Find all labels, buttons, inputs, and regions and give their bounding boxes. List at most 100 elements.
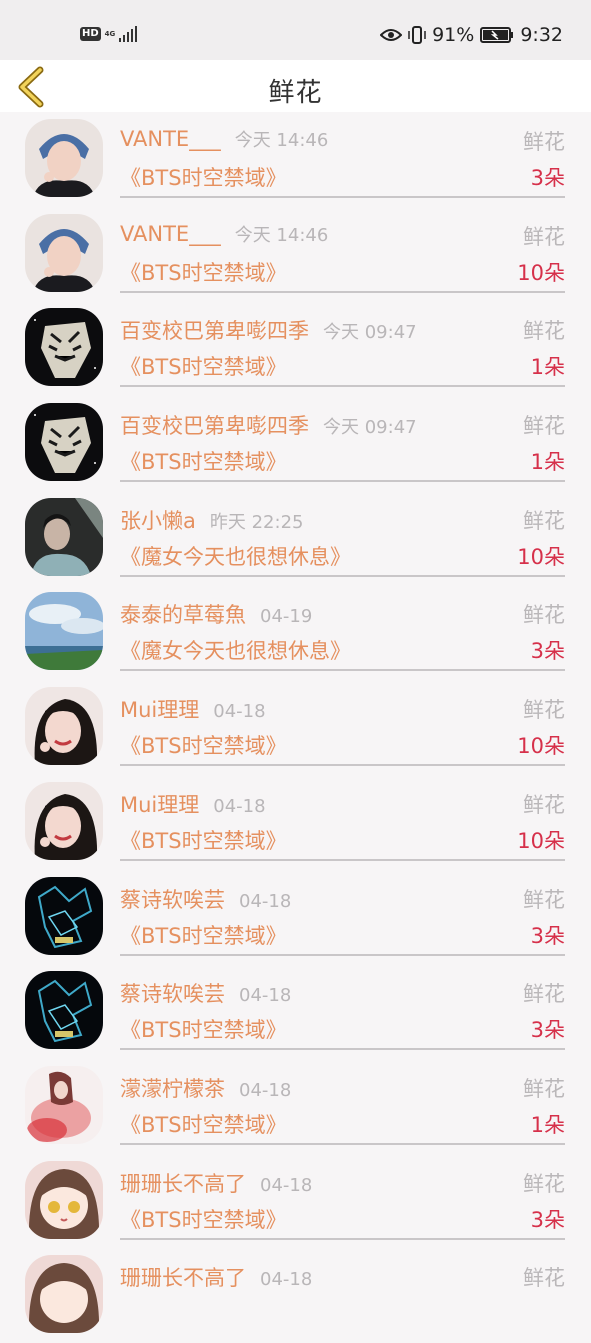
list-item[interactable]: 珊珊长不高了 04-18 鲜花 xyxy=(0,1248,591,1343)
book-title[interactable]: 《BTS时空禁域》 xyxy=(120,257,287,287)
header-bar: 鲜花 xyxy=(0,60,591,112)
avatar[interactable] xyxy=(25,497,103,576)
user-name[interactable]: Mui理理 04-18 xyxy=(120,789,266,819)
avatar[interactable] xyxy=(25,687,103,766)
gift-count: 1朵 xyxy=(530,450,565,475)
gift-record-list: VANTE___ 今天 14:46 鲜花 《BTS时空禁域》 3朵 VANTE__… xyxy=(0,112,591,1343)
user-name[interactable]: 百变校巴第卑嘭四季 今天 09:47 xyxy=(120,315,417,345)
book-title[interactable]: 《BTS时空禁域》 xyxy=(120,825,287,855)
list-item[interactable]: 珊珊长不高了 04-18 鲜花 《BTS时空禁域》 3朵 xyxy=(0,1154,591,1249)
user-name-text: 珊珊长不高了 xyxy=(120,1266,246,1291)
avatar[interactable] xyxy=(25,1160,103,1239)
timestamp: 今天 14:46 xyxy=(234,224,329,246)
gift-type: 鲜花 xyxy=(523,508,565,533)
book-title[interactable]: 《BTS时空禁域》 xyxy=(120,446,287,476)
list-item[interactable]: VANTE___ 今天 14:46 鲜花 《BTS时空禁域》 10朵 xyxy=(0,207,591,302)
gift-count: 1朵 xyxy=(530,355,565,380)
battery-icon xyxy=(480,27,514,43)
divider xyxy=(120,385,565,388)
book-title[interactable]: 《BTS时空禁域》 xyxy=(120,730,287,760)
book-title[interactable]: 《BTS时空禁域》 xyxy=(120,162,287,192)
user-name[interactable]: 濛濛柠檬茶 04-18 xyxy=(120,1073,291,1103)
list-item[interactable]: 张小懒a 昨天 22:25 鲜花 《魔女今天也很想休息》 10朵 xyxy=(0,491,591,586)
user-name[interactable]: Mui理理 04-18 xyxy=(120,694,266,724)
book-title[interactable]: 《BTS时空禁域》 xyxy=(120,351,287,381)
vibrate-icon xyxy=(408,26,426,44)
boy-dark-avatar-icon xyxy=(25,497,103,576)
gift-type: 鲜花 xyxy=(523,130,565,154)
user-name[interactable]: 蔡诗软唉芸 04-18 xyxy=(120,884,291,914)
avatar[interactable] xyxy=(25,308,103,387)
book-title[interactable]: 《BTS时空禁域》 xyxy=(120,920,287,950)
list-item[interactable]: Mui理理 04-18 鲜花 《BTS时空禁域》 10朵 xyxy=(0,775,591,870)
gift-count: 3朵 xyxy=(530,166,565,190)
avatar[interactable] xyxy=(25,1255,103,1334)
avatar[interactable] xyxy=(25,403,103,482)
list-item[interactable]: VANTE___ 今天 14:46 鲜花 《BTS时空禁域》 3朵 xyxy=(0,112,591,207)
user-name[interactable]: 珊珊长不高了 04-18 xyxy=(120,1168,312,1198)
user-name[interactable]: 珊珊长不高了 04-18 xyxy=(120,1262,312,1292)
neon-cat-avatar-icon xyxy=(25,876,103,955)
user-name-text: 蔡诗软唉芸 xyxy=(120,982,225,1007)
timestamp: 04-18 xyxy=(213,795,266,817)
user-name[interactable]: 泰泰的草莓魚 04-19 xyxy=(120,599,312,629)
eye-icon xyxy=(380,29,403,41)
avatar[interactable] xyxy=(25,971,103,1050)
gift-count: 10朵 xyxy=(517,734,565,759)
list-item[interactable]: 泰泰的草莓魚 04-19 鲜花 《魔女今天也很想休息》 3朵 xyxy=(0,585,591,680)
divider xyxy=(120,1237,565,1240)
book-title[interactable]: 《BTS时空禁域》 xyxy=(120,1014,287,1044)
avatar[interactable] xyxy=(25,119,103,197)
hd-badge: HD xyxy=(80,27,101,41)
user-name[interactable]: VANTE___ 今天 14:46 xyxy=(120,221,328,247)
book-title[interactable]: 《魔女今天也很想休息》 xyxy=(120,541,351,571)
list-item[interactable]: Mui理理 04-18 鲜花 《BTS时空禁域》 10朵 xyxy=(0,680,591,775)
timestamp: 04-18 xyxy=(213,701,266,723)
book-title[interactable]: 《魔女今天也很想休息》 xyxy=(120,635,351,665)
network-type: 4G xyxy=(104,30,116,38)
divider xyxy=(120,574,565,577)
user-name[interactable]: 蔡诗软唉芸 04-18 xyxy=(120,978,291,1008)
user-name[interactable]: 张小懒a 昨天 22:25 xyxy=(120,505,303,535)
avatar[interactable] xyxy=(25,876,103,955)
girl-smile-avatar-icon xyxy=(25,781,103,860)
divider xyxy=(120,669,565,672)
avatar[interactable] xyxy=(25,213,103,292)
white-tiger-avatar-icon xyxy=(25,403,103,482)
user-name-text: Mui理理 xyxy=(120,792,200,817)
gift-type: 鲜花 xyxy=(523,414,565,439)
gift-type: 鲜花 xyxy=(523,982,565,1007)
list-item[interactable]: 蔡诗软唉芸 04-18 鲜花 《BTS时空禁域》 3朵 xyxy=(0,964,591,1059)
girl-smile-avatar-icon xyxy=(25,687,103,766)
book-title[interactable]: 《BTS时空禁域》 xyxy=(120,1109,287,1139)
avatar[interactable] xyxy=(25,1065,103,1144)
anime-girl-avatar-icon xyxy=(25,1255,103,1334)
list-item[interactable]: 蔡诗软唉芸 04-18 鲜花 《BTS时空禁域》 3朵 xyxy=(0,870,591,965)
gift-count: 3朵 xyxy=(530,1018,565,1043)
divider xyxy=(120,858,565,861)
battery-percent: 91% xyxy=(432,24,475,46)
gift-count: 3朵 xyxy=(530,639,565,664)
gift-type: 鲜花 xyxy=(523,887,565,912)
user-name-text: Mui理理 xyxy=(120,698,200,723)
list-item[interactable]: 百变校巴第卑嘭四季 今天 09:47 鲜花 《BTS时空禁域》 1朵 xyxy=(0,396,591,491)
list-item[interactable]: 百变校巴第卑嘭四季 今天 09:47 鲜花 《BTS时空禁域》 1朵 xyxy=(0,301,591,396)
gift-type: 鲜花 xyxy=(523,792,565,817)
user-name-text: 张小懒a xyxy=(120,508,196,533)
timestamp: 04-18 xyxy=(239,1079,292,1101)
gift-count: 10朵 xyxy=(517,828,565,853)
white-tiger-avatar-icon xyxy=(25,308,103,387)
user-name-text: 濛濛柠檬茶 xyxy=(120,1076,225,1101)
gift-count: 3朵 xyxy=(530,1207,565,1232)
list-item[interactable]: 濛濛柠檬茶 04-18 鲜花 《BTS时空禁域》 1朵 xyxy=(0,1059,591,1154)
gift-type: 鲜花 xyxy=(523,698,565,723)
user-name[interactable]: VANTE___ 今天 14:46 xyxy=(120,126,328,152)
divider xyxy=(120,953,565,956)
user-name[interactable]: 百变校巴第卑嘭四季 今天 09:47 xyxy=(120,410,417,440)
book-title[interactable]: 《BTS时空禁域》 xyxy=(120,1204,287,1234)
avatar[interactable] xyxy=(25,592,103,671)
timestamp: 今天 09:47 xyxy=(323,322,417,344)
avatar[interactable] xyxy=(25,781,103,860)
user-name-text: VANTE___ xyxy=(120,221,221,246)
divider xyxy=(120,764,565,767)
